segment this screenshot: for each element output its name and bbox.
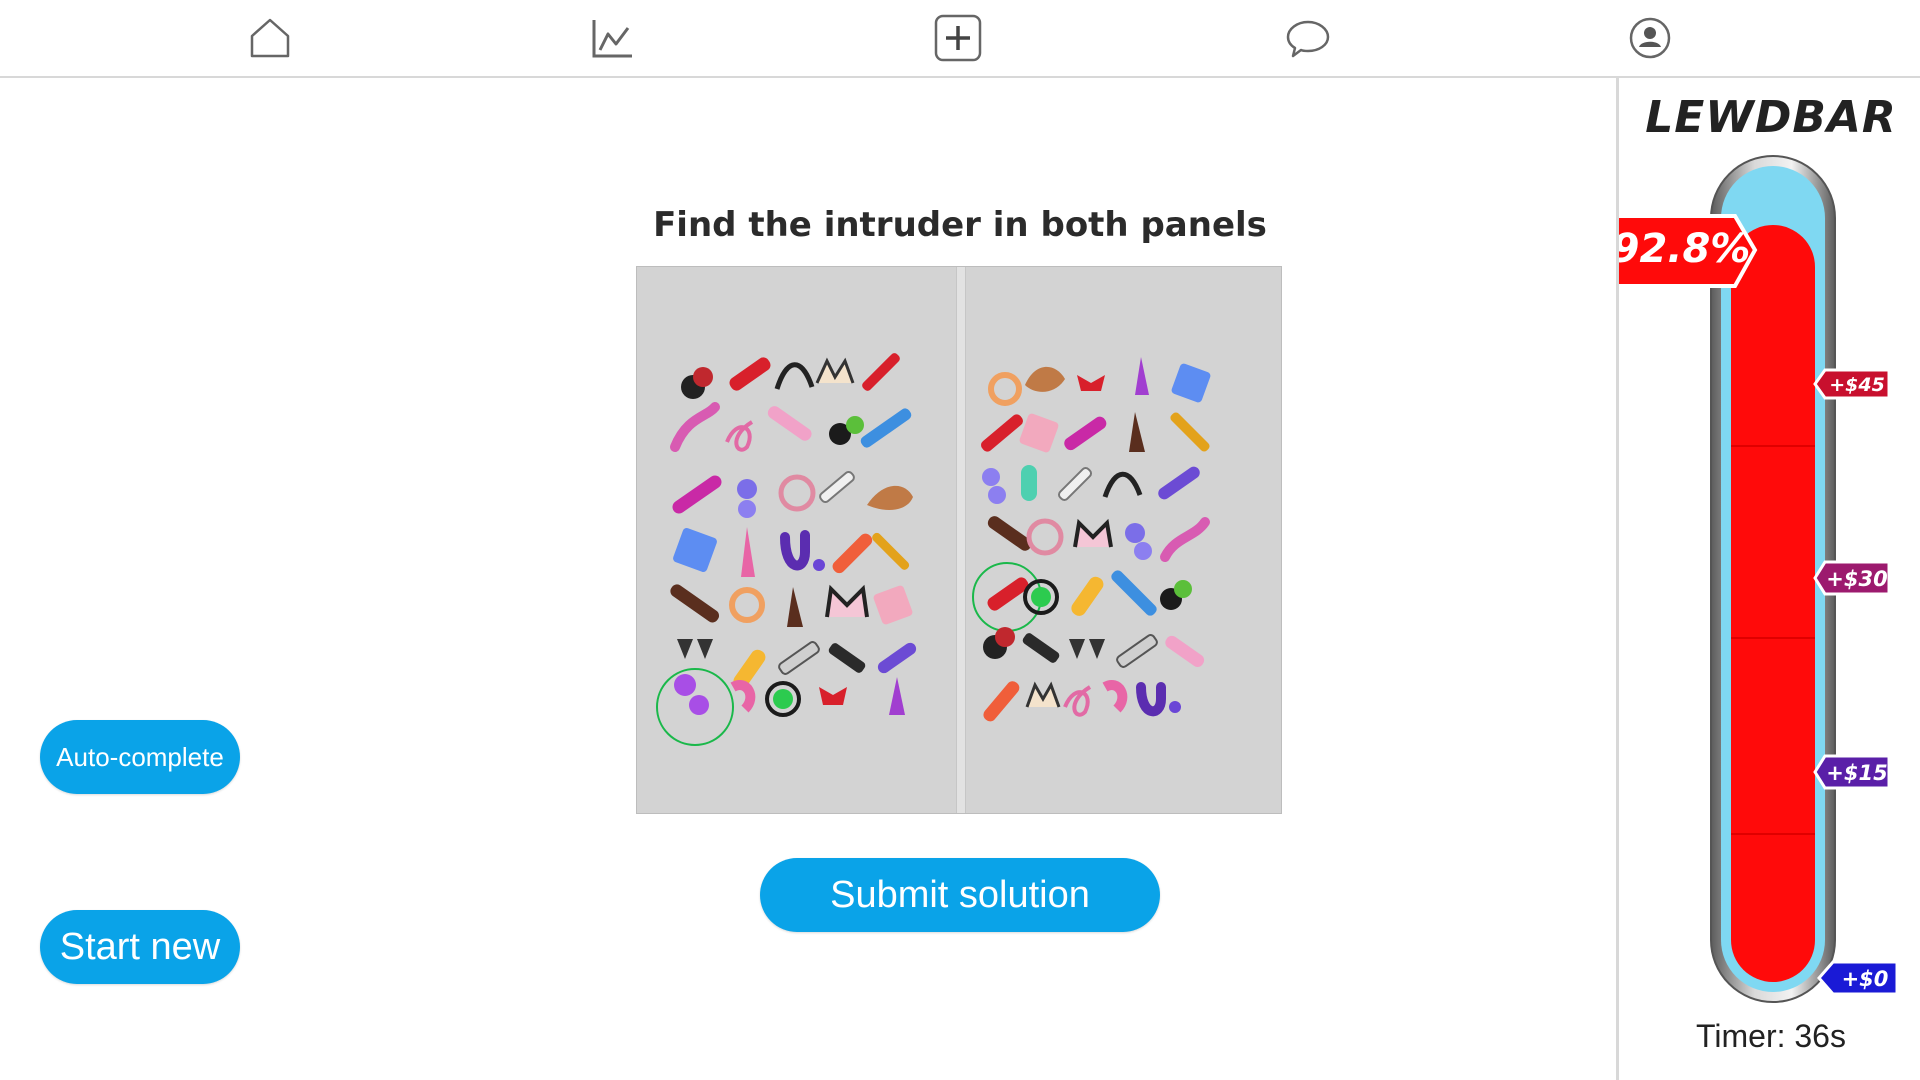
reward-tag-45: +$45 — [1813, 368, 1891, 400]
left-panel-objects — [656, 353, 917, 746]
nav-stats[interactable] — [584, 10, 640, 66]
auto-complete-button[interactable]: Auto-complete — [40, 720, 240, 794]
reward-tag-30: +$30 — [1813, 560, 1891, 596]
right-panel[interactable] — [965, 267, 1283, 813]
nav-create[interactable] — [930, 10, 986, 66]
right-panel-objects — [972, 357, 1211, 722]
top-navigation — [0, 0, 1920, 78]
puzzle-title: Find the intruder in both panels — [653, 205, 1267, 245]
home-icon — [250, 18, 290, 58]
nav-chat[interactable] — [1280, 10, 1336, 66]
reward-label-0: +$0 — [1842, 967, 1889, 991]
lewdbar-title: LEWDBAR — [1645, 92, 1897, 143]
start-new-button[interactable]: Start new — [40, 910, 240, 984]
left-panel[interactable] — [637, 267, 955, 813]
chart-icon — [592, 20, 632, 58]
plus-square-icon — [934, 14, 982, 62]
nav-profile[interactable] — [1622, 10, 1678, 66]
percent-label: 92.8% — [1619, 226, 1750, 272]
reward-label-45: +$45 — [1829, 374, 1885, 396]
lewdbar-fill — [1731, 225, 1815, 982]
reward-tag-15: +$15 — [1813, 754, 1891, 790]
lewdbar-meter: 92.8% +$45 +$30 +$15 +$0 — [1619, 155, 1899, 1003]
reward-label-30: +$30 — [1826, 567, 1887, 591]
nav-home[interactable] — [242, 10, 298, 66]
speech-bubble-icon — [1286, 20, 1330, 58]
percent-badge: 92.8% — [1619, 214, 1758, 288]
lewdbar-sidebar: LEWDBAR 92.8% +$45 +$30 +$15 +$0 Timer: … — [1616, 78, 1920, 1080]
user-circle-icon — [1629, 17, 1671, 59]
reward-tag-0: +$0 — [1817, 960, 1899, 996]
puzzle-board — [636, 266, 1282, 814]
reward-label-15: +$15 — [1826, 761, 1887, 785]
submit-solution-button[interactable]: Submit solution — [760, 858, 1160, 932]
timer-label: Timer: 36s — [1696, 1018, 1846, 1054]
